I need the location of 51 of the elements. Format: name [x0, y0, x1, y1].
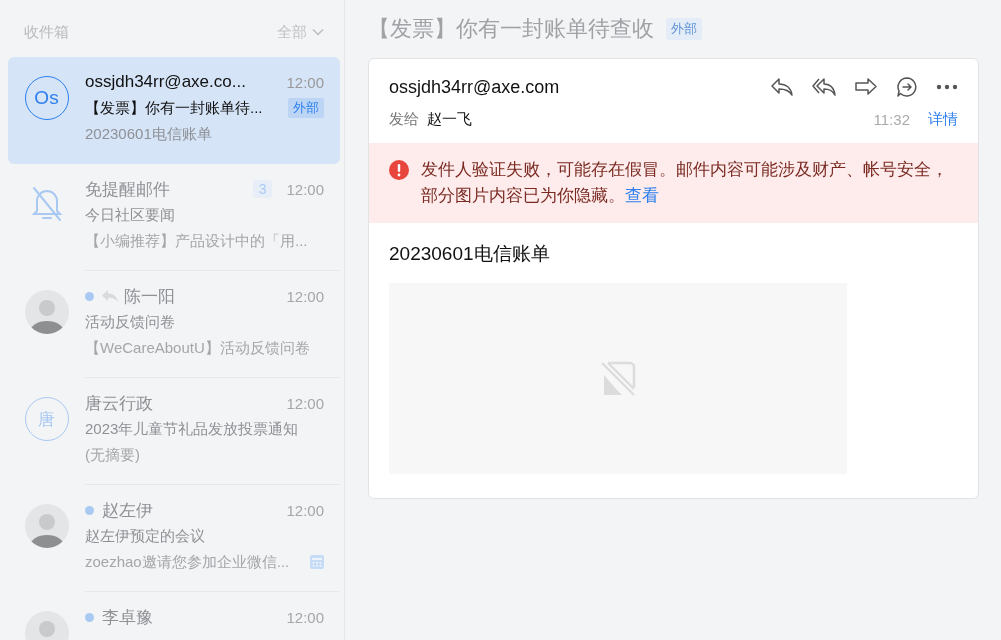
mail-subject: 2023年儿童节礼品发放投票通知	[85, 419, 300, 439]
mail-preview: zoezhao邀请您参加企业微信...	[85, 552, 291, 572]
mail-title: 【发票】你有一封账单待查收	[368, 15, 654, 43]
sender-name: 赵左伊	[102, 499, 154, 522]
sender-name: 陈一阳	[124, 285, 176, 308]
mail-subject: 【发票】你有一封账单待...	[85, 98, 264, 118]
reply-all-icon[interactable]	[812, 77, 836, 97]
mail-subject: 活动反馈问卷	[85, 312, 176, 332]
blocked-image-icon	[600, 360, 636, 397]
sender-name: ossjdh34rr@axe.co...	[85, 72, 247, 92]
sender-name: 免提醒邮件	[85, 178, 171, 201]
external-tag: 外部	[288, 98, 324, 118]
avatar	[24, 504, 69, 548]
mail-preview: 20230601电信账单	[85, 124, 213, 144]
recipient-label: 发给	[389, 110, 419, 129]
mail-body-title: 20230601电信账单	[389, 242, 551, 266]
mail-list-item[interactable]: 免提醒邮件 3 12:00 今日社区要闻 【小编推荐】产品设计中的「用...	[8, 164, 340, 271]
sender-address: ossjdh34rr@axe.com	[389, 76, 560, 98]
more-icon[interactable]	[936, 84, 958, 90]
mail-time: 12:00	[286, 73, 324, 91]
recipient-name: 赵一飞	[427, 110, 473, 129]
warning-icon	[389, 160, 409, 180]
mail-time: 12:00	[286, 394, 324, 412]
folder-title: 收件箱	[24, 22, 69, 42]
mail-time: 12:00	[286, 287, 324, 305]
chat-icon[interactable]	[896, 76, 918, 98]
mail-time: 11:32	[873, 111, 910, 128]
mail-time: 12:00	[286, 608, 324, 626]
external-tag: 外部	[666, 18, 702, 40]
view-link[interactable]: 查看	[625, 186, 659, 205]
mail-preview: (无摘要)	[85, 445, 141, 465]
mail-preview: 【WeCareAboutU】活动反馈问卷	[85, 338, 311, 358]
mail-list-item[interactable]: 陈一阳 12:00 活动反馈问卷 【WeCareAboutU】活动反馈问卷	[8, 271, 340, 378]
count-badge: 3	[252, 180, 273, 198]
mail-list-item[interactable]: Os ossjdh34rr@axe.co... 12:00 【发票】你有一封账单待... 外部 20230601电信账单	[8, 57, 340, 164]
forward-icon[interactable]	[854, 77, 878, 97]
mail-list-item[interactable]: 赵左伊 12:00 赵左伊预定的会议 zoezhao邀请您参加企业微信...	[8, 485, 340, 592]
mail-subject: 赵左伊预定的会议	[85, 526, 206, 546]
mail-list-item[interactable]: 李卓豫 12:00	[8, 592, 340, 640]
sender-name: 李卓豫	[102, 606, 154, 629]
mail-preview: 【小编推荐】产品设计中的「用...	[85, 231, 309, 251]
mail-time: 12:00	[286, 180, 324, 198]
sender-name: 唐云行政	[85, 392, 154, 415]
reply-icon[interactable]	[770, 77, 794, 97]
warning-message: 发件人验证失败，可能存在假冒。邮件内容可能涉及财产、帐号安全，部分图片内容已为你隐藏。查看	[421, 159, 949, 207]
mail-time: 12:00	[286, 501, 324, 519]
mail-subject: 今日社区要闻	[85, 205, 176, 225]
chevron-down-icon	[312, 28, 324, 36]
mail-list-item[interactable]: 唐 唐云行政 12:00 2023年儿童节礼品发放投票通知 (无摘要)	[8, 378, 340, 485]
details-link[interactable]: 详情	[928, 110, 958, 129]
avatar	[24, 290, 69, 334]
